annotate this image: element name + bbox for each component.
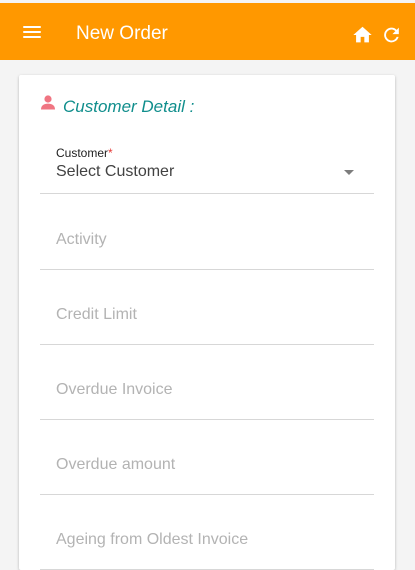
activity-field[interactable]: Activity — [40, 222, 374, 270]
overdue-invoice-field[interactable]: Overdue Invoice — [40, 372, 374, 420]
section-title: Customer Detail : — [63, 97, 195, 116]
person-icon — [41, 95, 55, 110]
credit-limit-placeholder: Credit Limit — [56, 306, 137, 323]
ageing-oldest-invoice-field[interactable]: Ageing from Oldest Invoice — [40, 522, 374, 570]
credit-limit-field[interactable]: Credit Limit — [40, 297, 374, 345]
overdue-amount-placeholder: Overdue amount — [56, 456, 176, 473]
refresh-icon[interactable] — [380, 24, 403, 46]
customer-label-text: Customer — [56, 146, 109, 160]
customer-select-value: Select Customer — [56, 163, 175, 180]
overdue-amount-field[interactable]: Overdue amount — [40, 447, 374, 495]
ageing-oldest-invoice-placeholder: Ageing from Oldest Invoice — [56, 531, 249, 548]
dropdown-caret-icon — [344, 170, 354, 175]
home-icon[interactable] — [351, 24, 374, 46]
menu-icon[interactable] — [23, 26, 41, 39]
required-mark: * — [108, 146, 113, 160]
customer-select[interactable]: Customer* Select Customer — [40, 146, 374, 194]
customer-label: Customer* — [56, 146, 113, 160]
app-bar: New Order — [0, 3, 415, 60]
page-title: New Order — [76, 23, 168, 44]
overdue-invoice-placeholder: Overdue Invoice — [56, 381, 173, 398]
activity-placeholder: Activity — [56, 231, 107, 248]
customer-detail-card: Customer Detail : Customer* Select Custo… — [19, 75, 395, 570]
